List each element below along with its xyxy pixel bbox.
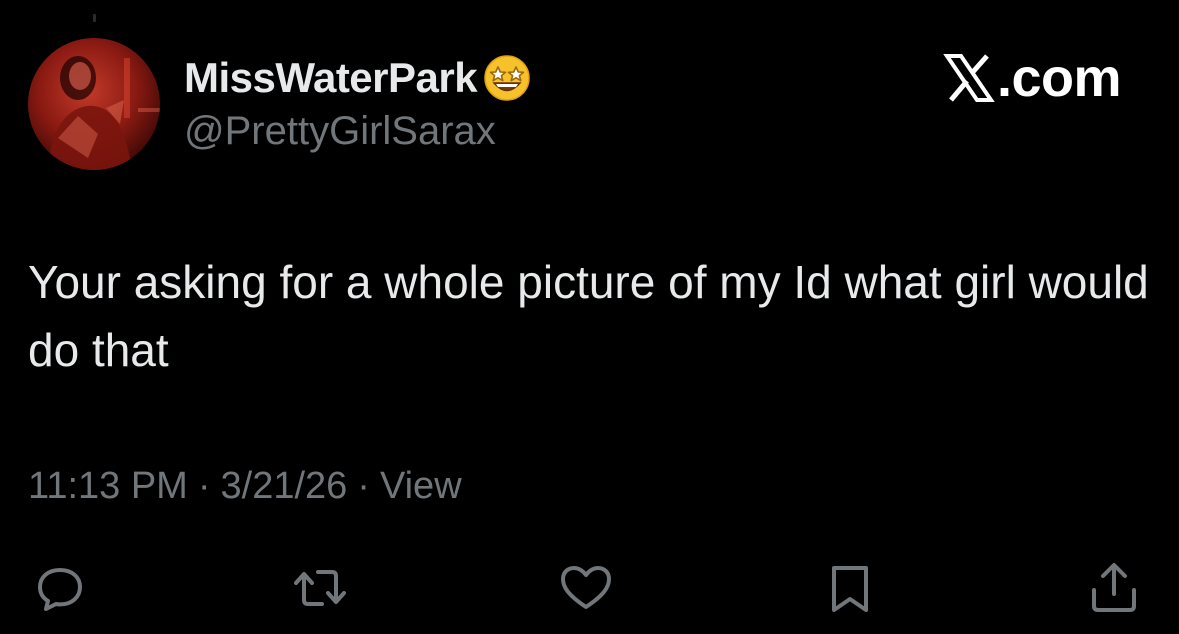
author-name-row[interactable]: MissWaterPark — [184, 52, 533, 104]
avatar[interactable] — [28, 38, 160, 170]
brand-text: .com — [996, 48, 1122, 108]
star-struck-emoji-icon — [484, 55, 530, 101]
bookmark-icon — [832, 566, 868, 612]
meta-separator: · — [197, 465, 211, 507]
share-icon — [1092, 563, 1136, 612]
repost-button[interactable] — [290, 558, 350, 618]
avatar-image — [48, 56, 160, 170]
heart-icon — [561, 566, 611, 609]
tweet-time[interactable]: 11:13 PM — [28, 462, 188, 510]
tweet-card: MissWaterPark @PrettyGirlSarax .com Your… — [0, 0, 1179, 634]
like-button[interactable] — [556, 558, 616, 618]
brand-watermark: .com — [943, 48, 1122, 108]
bookmark-button[interactable] — [820, 558, 880, 618]
repost-icon — [294, 570, 346, 606]
meta-separator: · — [357, 465, 370, 507]
author-handle[interactable]: @PrettyGirlSarax — [184, 106, 496, 156]
tweet-date[interactable]: 3/21/26 — [221, 462, 348, 510]
tweet-meta: 11:13 PM · 3/21/26 · View — [28, 462, 462, 510]
share-button[interactable] — [1084, 558, 1144, 618]
view-link[interactable]: View — [380, 462, 462, 510]
reply-icon — [38, 568, 82, 611]
reply-button[interactable] — [30, 558, 90, 618]
tweet-text: Your asking for a whole picture of my Id… — [28, 256, 1149, 376]
display-name[interactable]: MissWaterPark — [184, 53, 478, 103]
x-logo-icon — [943, 54, 995, 102]
decorative-speck — [93, 14, 96, 22]
action-bar — [0, 558, 1179, 618]
